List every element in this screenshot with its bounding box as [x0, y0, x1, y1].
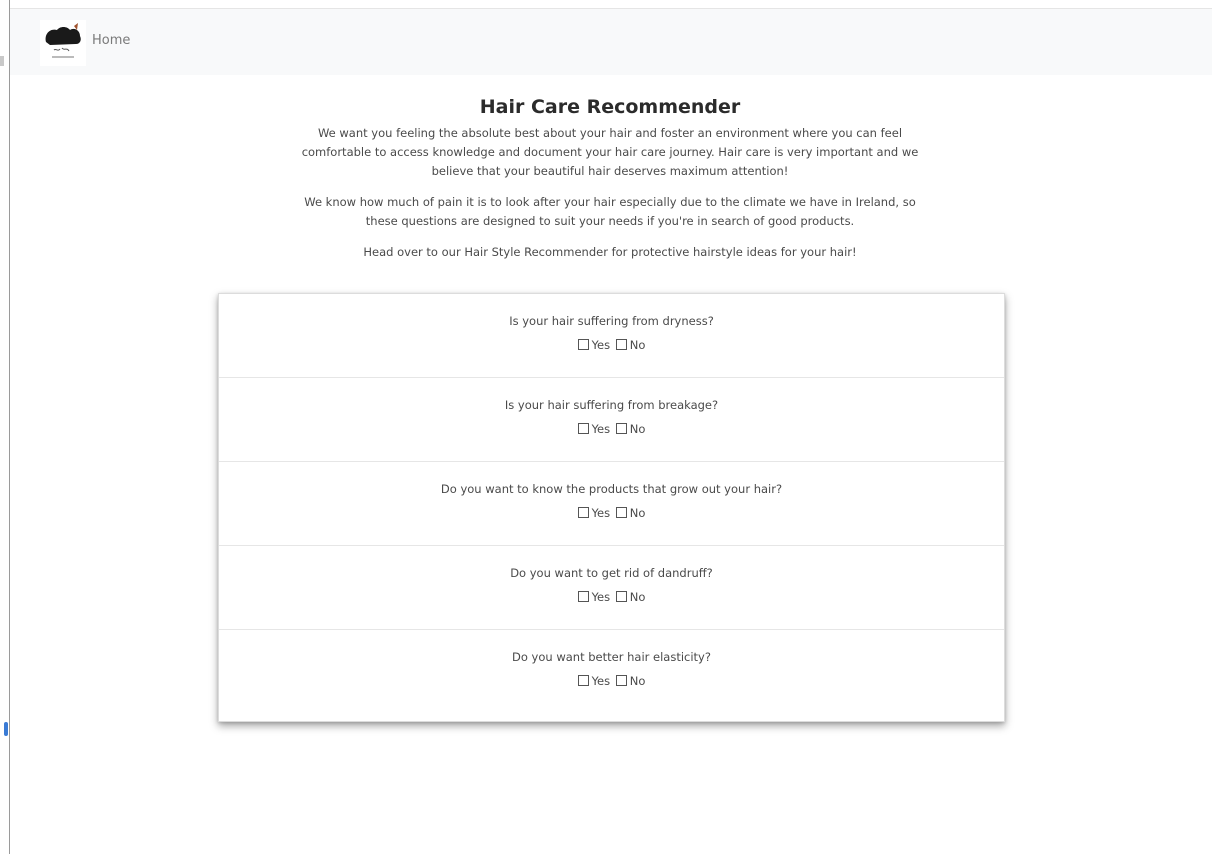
yes-checkbox[interactable]	[577, 339, 589, 350]
intro-paragraph-1: We want you feeling the absolute best ab…	[301, 126, 919, 178]
no-checkbox[interactable]	[615, 675, 627, 686]
yes-checkbox[interactable]	[577, 591, 589, 602]
answer-options: Yes No	[219, 422, 1004, 436]
main-content: Hair Care Recommender We want you feelin…	[200, 96, 1020, 274]
intro-paragraph-2: We know how much of pain it is to look a…	[304, 195, 916, 228]
question-elasticity: Do you want better hair elasticity? Yes …	[219, 630, 1004, 717]
answer-options: Yes No	[219, 590, 1004, 604]
questionnaire-card: Is your hair suffering from dryness? Yes…	[218, 293, 1005, 722]
question-growth-products: Do you want to know the products that gr…	[219, 462, 1004, 546]
no-option[interactable]: No	[615, 422, 646, 436]
no-checkbox[interactable]	[615, 507, 627, 518]
brand-logo[interactable]	[40, 20, 86, 66]
yes-label: Yes	[591, 422, 611, 436]
yes-checkbox[interactable]	[577, 675, 589, 686]
yes-label: Yes	[591, 590, 611, 604]
hair-silhouette-icon	[40, 20, 86, 66]
yes-label: Yes	[591, 506, 611, 520]
yes-option[interactable]: Yes	[577, 422, 611, 436]
yes-option[interactable]: Yes	[577, 590, 611, 604]
no-option[interactable]: No	[615, 590, 646, 604]
no-option[interactable]: No	[615, 674, 646, 688]
question-dandruff: Do you want to get rid of dandruff? Yes …	[219, 546, 1004, 630]
question-text: Do you want to know the products that gr…	[440, 482, 783, 496]
nav-home-link[interactable]: Home	[92, 33, 130, 48]
no-label: No	[629, 422, 646, 436]
intro-paragraph-3: Head over to our Hair Style Recommender …	[363, 245, 857, 259]
no-checkbox[interactable]	[615, 339, 627, 350]
yes-option[interactable]: Yes	[577, 338, 611, 352]
yes-option[interactable]: Yes	[577, 674, 611, 688]
no-checkbox[interactable]	[615, 423, 627, 434]
left-edge-indicator	[4, 722, 8, 736]
window-left-edge	[9, 0, 10, 854]
yes-label: Yes	[591, 674, 611, 688]
question-text: Do you want better hair elasticity?	[512, 650, 711, 664]
yes-checkbox[interactable]	[577, 423, 589, 434]
yes-checkbox[interactable]	[577, 507, 589, 518]
no-option[interactable]: No	[615, 338, 646, 352]
question-text: Is your hair suffering from breakage?	[504, 398, 719, 412]
navbar: Home	[10, 8, 1212, 75]
yes-label: Yes	[591, 338, 611, 352]
no-option[interactable]: No	[615, 506, 646, 520]
answer-options: Yes No	[219, 506, 1004, 520]
answer-options: Yes No	[219, 674, 1004, 688]
no-checkbox[interactable]	[615, 591, 627, 602]
question-text: Do you want to get rid of dandruff?	[510, 566, 713, 580]
yes-option[interactable]: Yes	[577, 506, 611, 520]
no-label: No	[629, 338, 646, 352]
page-title: Hair Care Recommender	[479, 96, 741, 118]
question-dryness: Is your hair suffering from dryness? Yes…	[219, 294, 1004, 378]
left-edge-marker	[0, 56, 4, 66]
question-text: Is your hair suffering from dryness?	[509, 314, 714, 328]
answer-options: Yes No	[219, 338, 1004, 352]
no-label: No	[629, 590, 646, 604]
no-label: No	[629, 674, 646, 688]
no-label: No	[629, 506, 646, 520]
question-breakage: Is your hair suffering from breakage? Ye…	[219, 378, 1004, 462]
